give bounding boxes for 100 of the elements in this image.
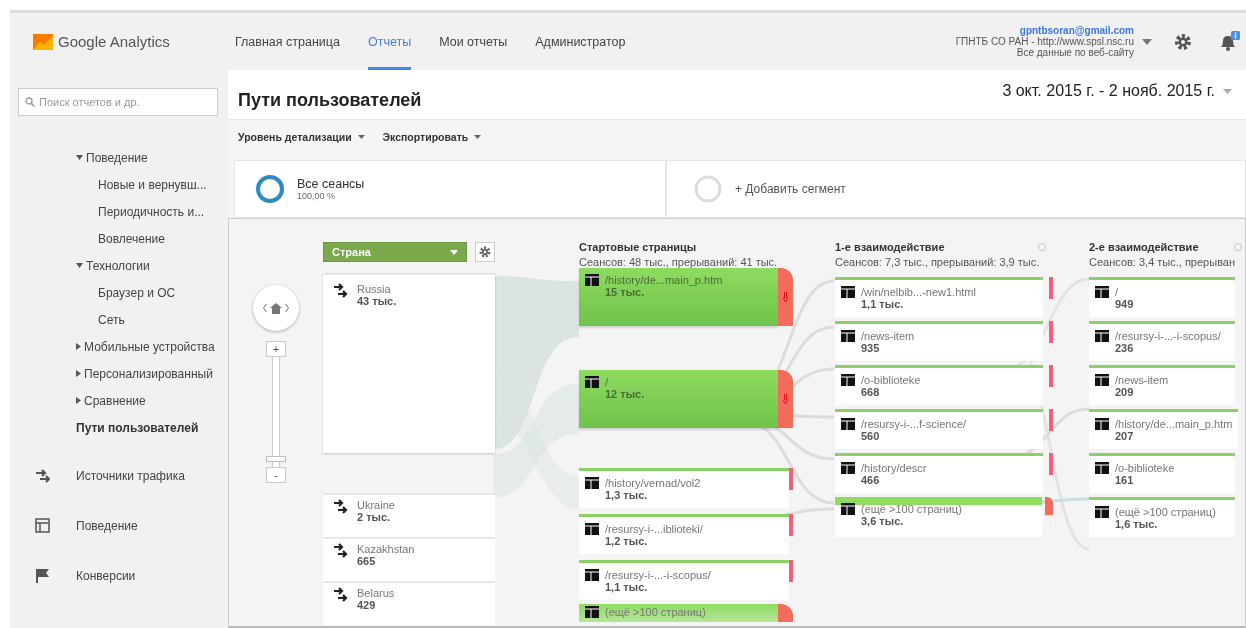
arrows-icon [333, 499, 349, 515]
page-path: /news-item [861, 330, 915, 342]
search-field[interactable]: Поиск отчетов и др. [18, 88, 218, 116]
add-segment-label[interactable]: + Добавить сегмент [735, 182, 846, 196]
page-node[interactable]: /resursy-i-...-i-scopus/ 236 [1089, 321, 1235, 361]
page-sessions: 466 [861, 474, 881, 486]
sidebar-item[interactable]: Новые и вернувш... [18, 171, 218, 198]
layout-icon [35, 518, 50, 534]
nav-tab[interactable]: Администратор [535, 13, 626, 70]
page-sessions: 161 [1115, 474, 1135, 486]
arrows-icon [333, 543, 349, 559]
country-name: Ukraine [357, 499, 395, 511]
report-title: Пути пользователей [238, 90, 422, 111]
country-node[interactable]: Belarus 429 [323, 581, 495, 625]
notification-bell-icon[interactable] [1218, 30, 1240, 53]
sidebar-item[interactable]: Вовлечение [18, 225, 218, 252]
zoom-in-button[interactable]: + [266, 341, 286, 357]
settings-icon[interactable] [1174, 32, 1192, 51]
page-node[interactable]: /resursy-i-...iblioteki/ 1,2 тыс. [579, 514, 789, 554]
down-arrow-icon [783, 394, 788, 404]
page-node[interactable]: / 12 тыс. [579, 370, 778, 428]
page-sessions: 1,6 тыс. [1115, 518, 1159, 530]
page-sessions: 15 тыс. [605, 286, 646, 298]
page-node[interactable]: /win/nelbib...-new1.html 1,1 тыс. [835, 277, 1043, 317]
page-path: /win/nelbib...-new1.html [861, 286, 976, 298]
sidebar-item[interactable]: Периодичность и... [18, 198, 218, 225]
page-icon [841, 330, 855, 342]
sidebar-item[interactable]: Пути пользователей [18, 414, 218, 441]
caret-icon[interactable] [1142, 38, 1152, 45]
country-node[interactable]: Ukraine 2 тыс. [323, 493, 495, 537]
page-node[interactable]: / 949 [1089, 277, 1235, 317]
country-sessions: 2 тыс. [357, 511, 392, 523]
sidebar-item[interactable]: Браузер и ОС [18, 279, 218, 306]
page-path: /o-biblioteke [1115, 462, 1175, 474]
page-node[interactable]: /history/descr 466 [835, 453, 1043, 493]
country-node[interactable]: Russia 43 тыс. [323, 273, 495, 453]
toolbar-dropdown[interactable]: Экспортировать [380, 129, 484, 145]
page-icon [1095, 374, 1109, 386]
page-node[interactable]: /history/de...main_p.htm 15 тыс. [579, 268, 778, 326]
nav-tab[interactable]: Отчеты [367, 13, 412, 70]
page-path: /news-item [1115, 374, 1169, 386]
arrows-icon [35, 468, 50, 484]
empty-ring-icon [693, 174, 723, 204]
page-sessions: 209 [1115, 386, 1135, 398]
page-path: /history/de...main_p.htm [605, 274, 723, 286]
page-node[interactable]: /news-item 209 [1089, 365, 1235, 405]
sidebar-item[interactable]: Сеть [18, 306, 218, 333]
nav-tab[interactable]: Мои отчеты [439, 13, 508, 70]
zoom-out-button[interactable]: - [266, 467, 286, 483]
sidebar-item[interactable]: Мобильные устройства [18, 333, 218, 360]
column-summary: Сеансов: 7,3 тыс., прерываний: 3,9 тыс. [835, 256, 1041, 268]
page-node[interactable]: /resursy-i-...-i-scopus/ 1,1 тыс. [579, 560, 789, 600]
date-range-picker[interactable]: 3 окт. 2015 г. - 2 нояб. 2015 г. [1002, 70, 1232, 100]
sidebar-item[interactable]: Поведение [18, 144, 218, 171]
arrows-icon [333, 587, 349, 603]
flag-icon [35, 568, 50, 584]
page-icon [1095, 462, 1109, 474]
page-icon [841, 418, 855, 430]
sidebar-section[interactable]: Поведение [18, 501, 218, 551]
home-icon [270, 302, 282, 314]
page-sessions: 560 [861, 430, 881, 442]
country-node[interactable]: Kazakhstan 665 [323, 537, 495, 581]
page-node[interactable]: /history/vernad/vol2 1,3 тыс. [579, 468, 789, 508]
sidebar-item[interactable]: Персонализированный [18, 360, 218, 387]
page-icon [1095, 506, 1109, 518]
sidebar-section[interactable]: Конверсии [18, 551, 218, 601]
page-sessions: 1,2 тыс. [605, 535, 649, 547]
segment-card[interactable]: Все сеансы 100,00 % [234, 160, 666, 218]
page-node[interactable]: /resursy-i-...f-science/ 560 [835, 409, 1043, 449]
page-node[interactable]: /news-item 935 [835, 321, 1043, 361]
page-node[interactable]: (ещё >100 страниц) 3,6 тыс. [835, 497, 1042, 537]
sidebar-item[interactable]: Технологии [18, 252, 218, 279]
page-sessions: 12 тыс. [605, 388, 645, 400]
sidebar-section-label[interactable]: Источники трафика [76, 469, 185, 483]
page-node[interactable]: (ещё >100 страниц) 1,6 тыс. [1089, 497, 1235, 537]
dropoff-bar [789, 560, 793, 582]
dropoff-bar [1045, 497, 1053, 515]
nav-tab[interactable]: Главная страница [235, 13, 340, 70]
zoom-slider-thumb[interactable] [266, 455, 286, 462]
sidebar-section-label[interactable]: Поведение [76, 519, 138, 533]
page-icon [1095, 286, 1109, 298]
toolbar-dropdown[interactable]: Уровень детализации [236, 129, 367, 145]
sidebar-item[interactable]: Сравнение [18, 387, 218, 414]
page-path: / [605, 376, 610, 388]
segment-card[interactable]: + Добавить сегмент [666, 160, 1246, 218]
page-path: /resursy-i-...iblioteki/ [605, 523, 703, 535]
sidebar-section[interactable]: Источники трафика [18, 451, 218, 501]
home-navigator[interactable] [253, 285, 299, 331]
segment-share: 100,00 % [297, 191, 337, 201]
sidebar-section-label[interactable]: Конверсии [76, 569, 136, 583]
page-path: /resursy-i-...f-science/ [861, 418, 967, 430]
dropoff-bar [789, 468, 793, 490]
page-icon [841, 374, 855, 386]
caret-icon [357, 135, 365, 139]
page-node[interactable]: /o-biblioteke 668 [835, 365, 1043, 405]
page-node[interactable]: /o-biblioteke 161 [1089, 453, 1235, 493]
column-title: 2-е взаимодействие [1089, 241, 1199, 253]
page-node[interactable]: /history/de...main_p.htm 207 [1089, 409, 1239, 449]
page-path: (ещё >100 страниц) [605, 606, 706, 618]
settings-button[interactable] [475, 242, 495, 262]
